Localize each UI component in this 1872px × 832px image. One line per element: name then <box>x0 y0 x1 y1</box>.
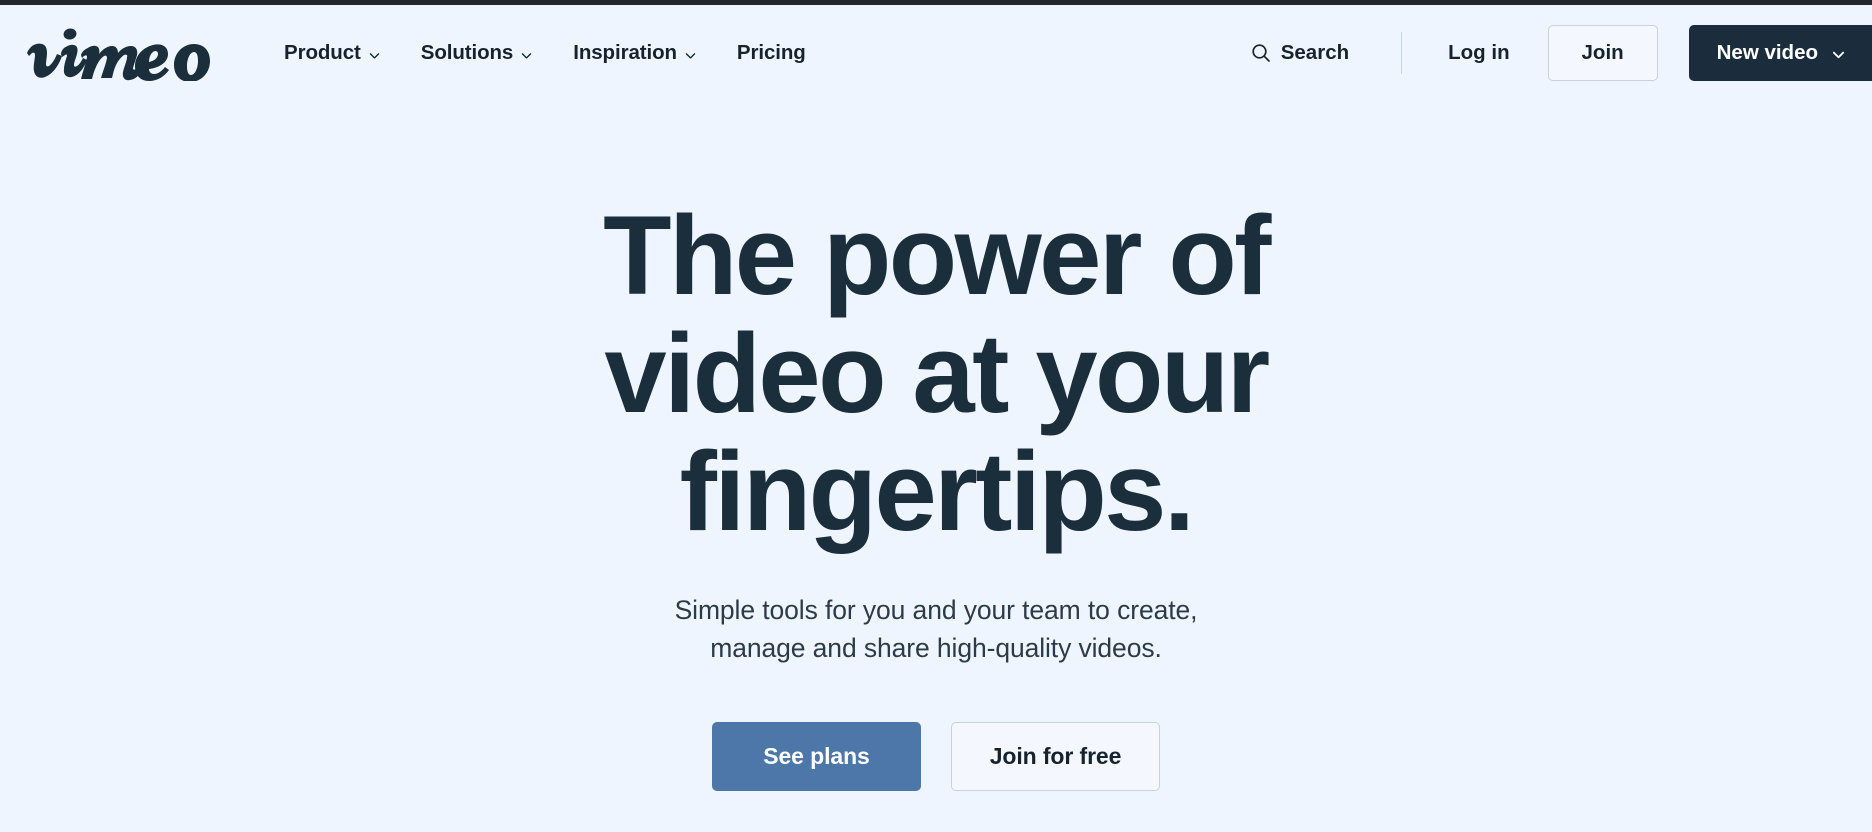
page-title: The power of video at your fingertips. <box>0 193 1872 555</box>
nav-item-solutions[interactable]: Solutions <box>401 33 553 73</box>
new-video-label: New video <box>1716 41 1818 64</box>
vimeo-logo[interactable] <box>26 21 226 83</box>
vimeo-homepage: Product Solutions Inspiration Pricing Se… <box>0 5 1872 832</box>
headline-line-1: The power of <box>603 193 1271 318</box>
join-button[interactable]: Join <box>1547 25 1658 81</box>
subtitle-line-1: Simple tools for you and your team to cr… <box>674 595 1198 626</box>
join-for-free-button[interactable]: Join for free <box>951 721 1160 791</box>
header-divider <box>1401 32 1403 74</box>
nav-item-inspiration[interactable]: Inspiration <box>553 33 717 73</box>
search-icon <box>1251 43 1271 63</box>
hero-cta-row: See plans Join for free <box>0 721 1872 791</box>
primary-navigation: Product Solutions Inspiration Pricing <box>272 5 826 101</box>
hero-section: The power of video at your fingertips. S… <box>0 101 1872 791</box>
nav-item-label: Pricing <box>736 41 806 64</box>
hero-subtitle: Simple tools for you and your team to cr… <box>0 592 1872 667</box>
nav-item-pricing[interactable]: Pricing <box>717 33 826 73</box>
headline-line-3: fingertips. <box>679 429 1195 555</box>
header-actions: Search Log in Join New video <box>1241 5 1872 101</box>
new-video-button[interactable]: New video <box>1688 25 1872 81</box>
nav-item-label: Product <box>284 41 361 64</box>
nav-item-label: Inspiration <box>573 41 677 64</box>
headline-line-2: video at your <box>604 311 1270 437</box>
see-plans-button[interactable]: See plans <box>712 721 921 791</box>
nav-item-product[interactable]: Product <box>272 33 401 73</box>
chevron-down-icon <box>368 49 381 62</box>
search-button-label: Search <box>1280 41 1350 64</box>
search-button[interactable]: Search <box>1241 33 1359 73</box>
nav-item-label: Solutions <box>420 41 514 64</box>
chevron-down-icon <box>684 49 697 62</box>
chevron-down-icon <box>520 49 533 62</box>
subtitle-line-2: manage and share high-quality videos. <box>710 633 1162 664</box>
login-button[interactable]: Log in <box>1434 33 1523 73</box>
chevron-down-icon <box>1831 47 1846 62</box>
site-header: Product Solutions Inspiration Pricing Se… <box>0 5 1872 101</box>
